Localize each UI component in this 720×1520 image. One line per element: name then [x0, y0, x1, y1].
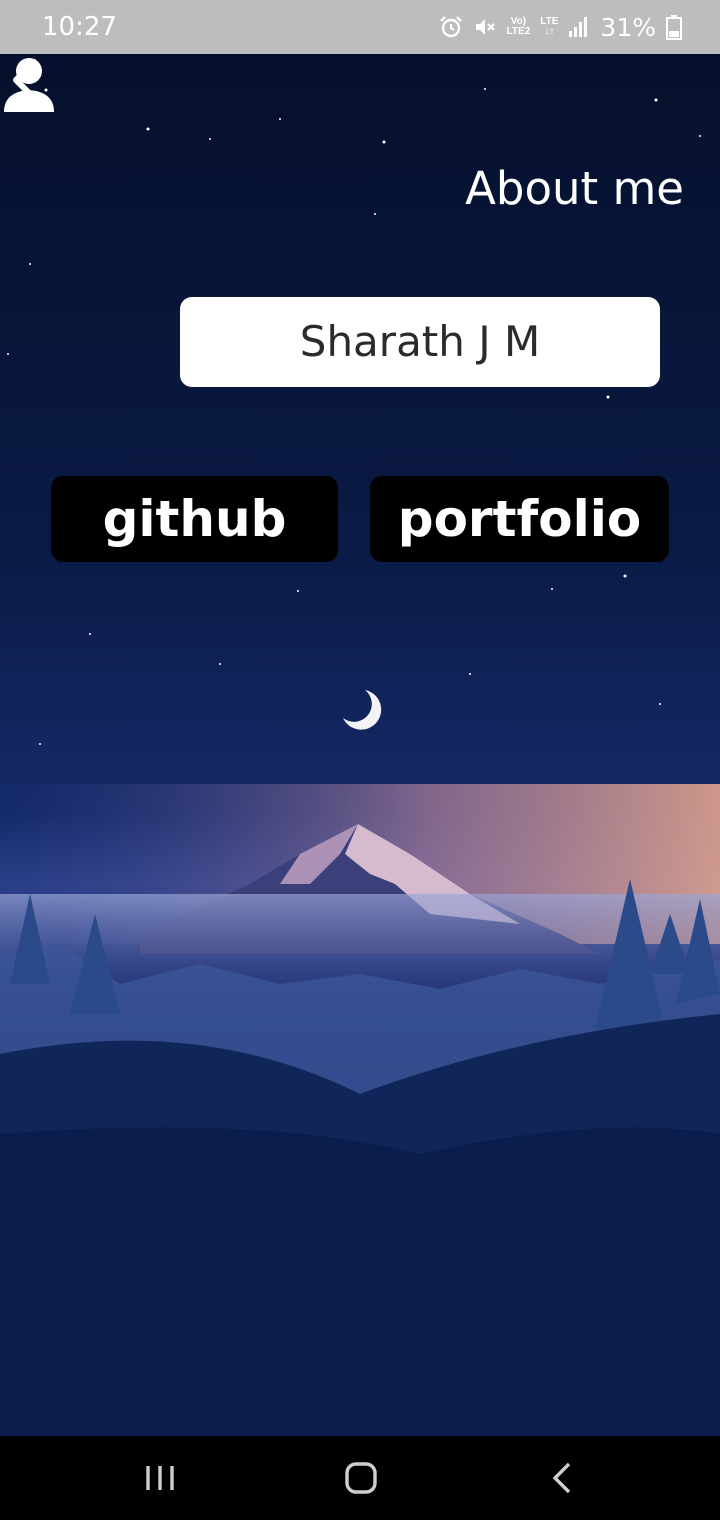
alarm-icon — [439, 16, 462, 38]
github-button[interactable]: github — [51, 476, 338, 562]
moon-shape — [343, 690, 382, 730]
navigation-bar — [0, 1436, 720, 1520]
home-icon — [345, 1462, 377, 1494]
portfolio-button[interactable]: portfolio — [370, 476, 669, 562]
name-field[interactable]: Sharath J M — [180, 297, 660, 387]
wallpaper-scene: About me Sharath J M github portfolio — [0, 54, 720, 1436]
recents-icon — [146, 1466, 174, 1490]
status-time: 10:27 — [42, 12, 117, 42]
lte-indicator: LTE ↓↑ — [540, 16, 559, 37]
page-title: About me — [465, 162, 684, 215]
battery-percent: 31% — [600, 12, 656, 42]
back-icon — [552, 1462, 571, 1494]
recents-button[interactable] — [130, 1456, 190, 1500]
battery-icon — [666, 15, 682, 40]
status-bar: 10:27 Vo) LTE2 LTE ↓↑ 31% — [0, 0, 720, 54]
night-landscape-illustration — [0, 88, 720, 1436]
status-icons: Vo) LTE2 LTE ↓↑ 31% — [439, 10, 682, 44]
mute-icon — [475, 19, 495, 35]
home-button[interactable] — [331, 1456, 391, 1500]
volte-indicator: Vo) LTE2 — [506, 16, 531, 37]
signal-icon — [569, 17, 588, 37]
nav-back-button[interactable] — [533, 1456, 593, 1500]
person-icon — [4, 58, 54, 112]
